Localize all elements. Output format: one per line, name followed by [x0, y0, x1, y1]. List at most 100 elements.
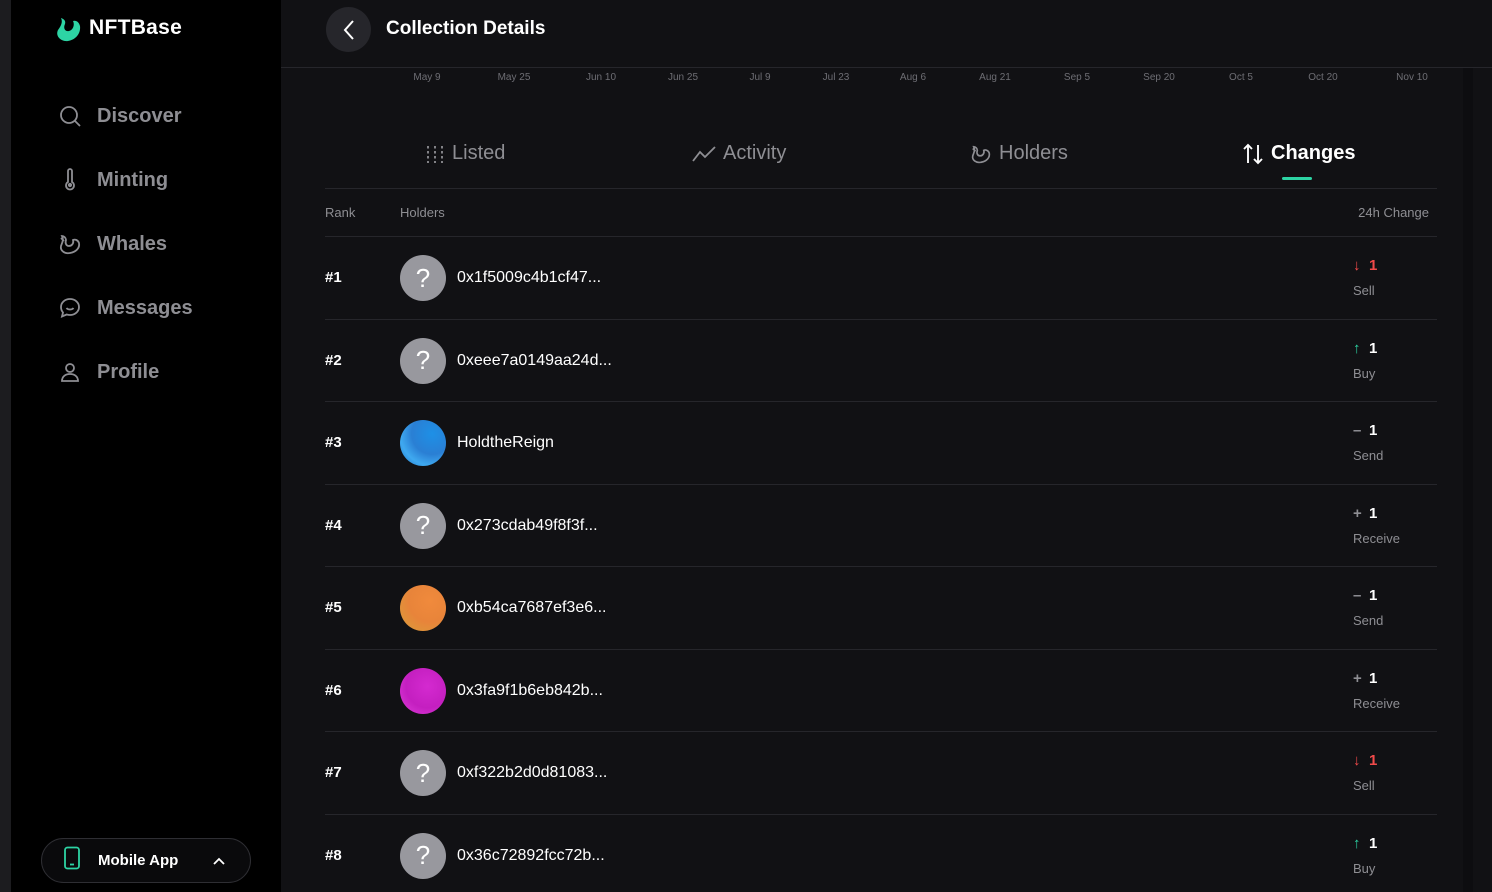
- change-amount: 1: [1369, 422, 1378, 439]
- column-header-24h-change: 24h Change: [1358, 205, 1429, 220]
- change-direction-icon: +: [1353, 504, 1362, 522]
- table-row[interactable]: #6 0x3fa9f1b6eb842b... +1 Receive: [325, 650, 1437, 732]
- holder-address[interactable]: 0xb54ca7687ef3e6...: [457, 599, 606, 617]
- row-rank: #7: [325, 764, 342, 781]
- change-value-row: –1: [1353, 422, 1383, 439]
- unknown-avatar-icon[interactable]: ?: [400, 832, 446, 879]
- avatar[interactable]: [400, 585, 446, 631]
- change-cell: +1 Receive: [1353, 505, 1400, 546]
- column-header-holders: Holders: [400, 205, 445, 220]
- holder-address[interactable]: 0xf322b2d0d81083...: [457, 764, 607, 782]
- change-direction-icon: ↑: [1353, 339, 1361, 357]
- thermometer-icon: [57, 167, 83, 193]
- sidebar-item-label: Messages: [97, 296, 193, 319]
- unknown-avatar-icon[interactable]: ?: [400, 750, 446, 796]
- change-type: Receive: [1353, 530, 1400, 546]
- row-rank: #5: [325, 599, 342, 616]
- whale-icon: [57, 231, 83, 257]
- change-type: Sell: [1353, 283, 1375, 298]
- change-direction-icon: ↓: [1353, 257, 1361, 274]
- change-cell: +1 Receive: [1353, 670, 1400, 711]
- row-rank: #4: [325, 516, 342, 534]
- sidebar-item-discover[interactable]: Discover: [57, 96, 193, 136]
- brand[interactable]: NFTBase: [55, 12, 182, 44]
- sidebar-item-profile[interactable]: Profile: [57, 352, 193, 392]
- change-amount: 1: [1369, 339, 1378, 357]
- change-direction-icon: ↓: [1353, 752, 1361, 769]
- change-type: Buy: [1353, 365, 1376, 381]
- tab-label: Changes: [1271, 142, 1356, 164]
- bars-icon: [427, 145, 443, 163]
- search-icon: [57, 103, 83, 129]
- holder-address[interactable]: 0x36c72892fcc72b...: [457, 847, 605, 865]
- holder-address[interactable]: 0xeee7a0149aa24d...: [457, 352, 612, 370]
- chart-x-axis: May 9 May 25 Jun 10 Jun 25 Jul 9 Jul 23 …: [281, 72, 1492, 86]
- change-cell: ↑ 1 Buy: [1353, 340, 1377, 381]
- change-type: Sell: [1353, 778, 1375, 793]
- sidebar: NFTBase Discover Minting Whales Messages…: [11, 0, 281, 892]
- mobile-app-button[interactable]: Mobile App: [41, 838, 251, 883]
- row-rank: #2: [325, 351, 342, 369]
- axis-tick-label: Aug 21: [979, 72, 1011, 83]
- unknown-avatar-icon[interactable]: ?: [400, 337, 446, 384]
- sidebar-item-label: Minting: [97, 168, 169, 191]
- axis-tick-label: Oct 5: [1229, 72, 1253, 83]
- unknown-avatar-icon[interactable]: ?: [400, 255, 446, 301]
- table-row[interactable]: #7? 0xf322b2d0d81083... ↓ 1 Sell: [325, 732, 1437, 815]
- axis-tick-label: Oct 20: [1308, 72, 1338, 83]
- change-amount: 1: [1369, 752, 1378, 769]
- table-row[interactable]: #1? 0x1f5009c4b1cf47... ↓ 1 Sell: [325, 237, 1437, 320]
- back-button[interactable]: [326, 7, 371, 52]
- avatar[interactable]: [400, 667, 446, 714]
- change-value-row: –1: [1353, 587, 1383, 604]
- table-header: Rank Holders 24h Change: [325, 189, 1437, 237]
- change-value-row: ↑ 1: [1353, 835, 1377, 852]
- change-cell: –1 Send: [1353, 422, 1383, 463]
- table-row[interactable]: #8? 0x36c72892fcc72b... ↑ 1 Buy: [325, 815, 1437, 892]
- main-content: Collection Details May 9 May 25 Jun 10 J…: [281, 0, 1492, 892]
- row-rank: #8: [325, 846, 342, 864]
- change-type: Send: [1353, 448, 1384, 463]
- tab-label: Listed: [452, 142, 506, 164]
- sort-arrows-icon: [1243, 143, 1263, 164]
- change-value-row: ↑ 1: [1353, 340, 1377, 357]
- sidebar-item-whales[interactable]: Whales: [57, 224, 193, 264]
- tab-changes[interactable]: Changes: [1242, 142, 1355, 165]
- row-rank: #1: [325, 269, 342, 286]
- tab-listed[interactable]: Listed: [425, 142, 505, 165]
- change-cell: ↓ 1 Sell: [1353, 257, 1377, 298]
- table-row[interactable]: #2? 0xeee7a0149aa24d... ↑ 1 Buy: [325, 320, 1437, 402]
- row-rank: #6: [325, 681, 342, 699]
- avatar[interactable]: [400, 420, 446, 466]
- holders-table-body: #1? 0x1f5009c4b1cf47... ↓ 1 Sell #2? 0xeee7a01…: [325, 237, 1437, 892]
- change-direction-icon: ↑: [1353, 834, 1361, 852]
- table-row[interactable]: #4? 0x273cdab49f8f3f... +1 Receive: [325, 485, 1437, 567]
- window-edge: [0, 0, 11, 892]
- change-type: Send: [1353, 613, 1384, 628]
- tab-holders[interactable]: Holders: [970, 142, 1068, 165]
- change-value-row: +1: [1353, 505, 1400, 522]
- unknown-avatar-icon[interactable]: ?: [400, 502, 446, 549]
- sidebar-item-messages[interactable]: Messages: [57, 288, 193, 328]
- tab-activity[interactable]: Activity: [692, 142, 786, 165]
- table-row[interactable]: #3 HoldtheReign –1 Send: [325, 402, 1437, 485]
- table-row[interactable]: #5 0xb54ca7687ef3e6... –1 Send: [325, 567, 1437, 650]
- sidebar-item-label: Whales: [97, 232, 168, 255]
- axis-tick-label: Jul 9: [749, 72, 771, 83]
- holder-address[interactable]: HoldtheReign: [457, 434, 554, 452]
- axis-tick-label: May 25: [497, 72, 531, 83]
- change-direction-icon: –: [1353, 587, 1362, 604]
- sidebar-nav: Discover Minting Whales Messages Profile: [57, 96, 193, 416]
- scrollbar-track[interactable]: [1463, 68, 1473, 892]
- phone-icon: [62, 846, 82, 875]
- tab-bar: Listed Activity Holders Changes: [325, 132, 1437, 189]
- holder-address[interactable]: 0x3fa9f1b6eb842b...: [457, 682, 603, 700]
- user-icon: [57, 359, 83, 385]
- change-cell: ↑ 1 Buy: [1353, 835, 1377, 876]
- holder-address[interactable]: 0x273cdab49f8f3f...: [457, 517, 598, 535]
- axis-tick-label: Aug 6: [899, 72, 927, 83]
- change-type: Receive: [1353, 695, 1400, 711]
- sidebar-item-minting[interactable]: Minting: [57, 160, 193, 200]
- holder-address[interactable]: 0x1f5009c4b1cf47...: [457, 269, 601, 287]
- axis-tick-label: Jun 25: [667, 72, 699, 83]
